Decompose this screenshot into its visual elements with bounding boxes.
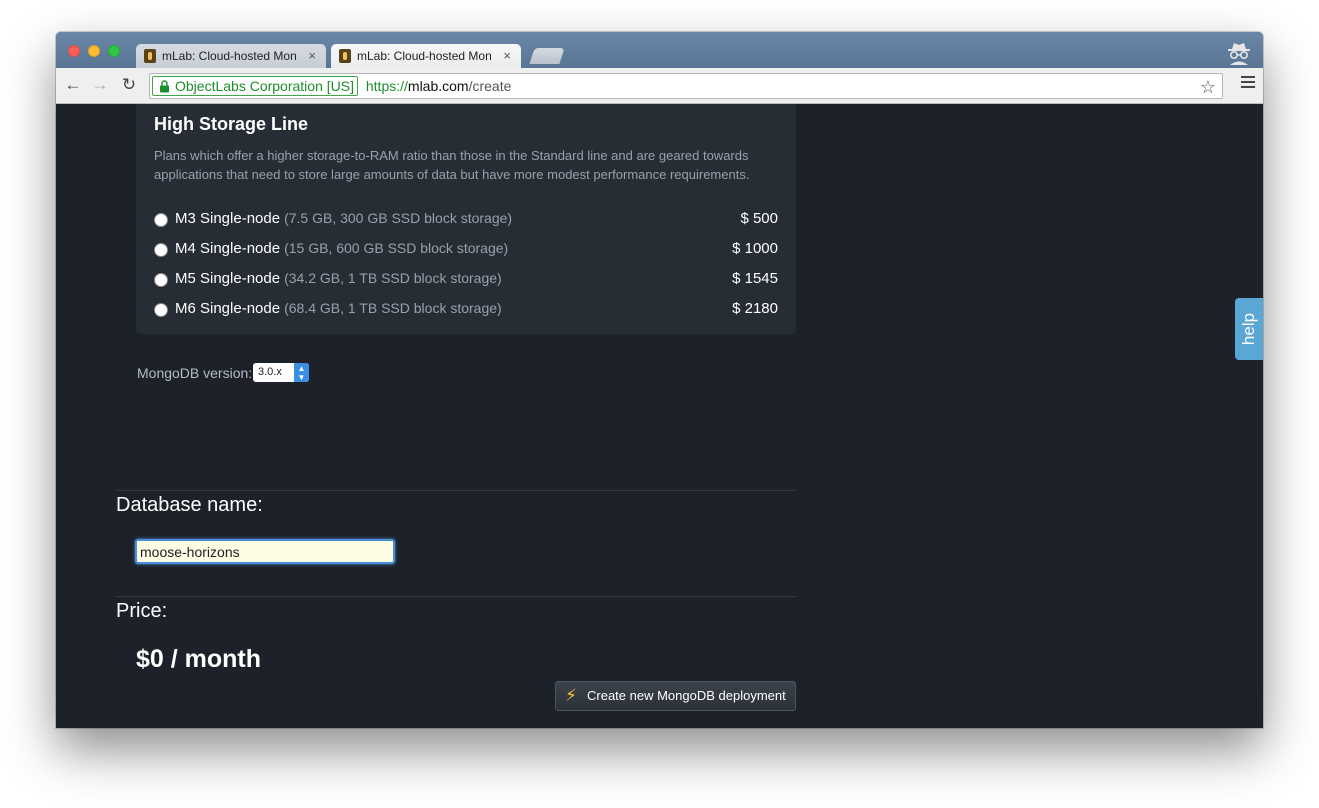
plan-option-m4[interactable]: M4 Single-node (15 GB, 600 GB SSD block s… [154,239,778,261]
plan-radio[interactable] [154,273,168,287]
address-bar[interactable]: ObjectLabs Corporation [US] https://mlab… [149,73,1223,99]
browser-window: mLab: Cloud-hosted MongoDB × mLab: Cloud… [56,32,1263,728]
tab-mlab-1[interactable]: mLab: Cloud-hosted MongoDB × [136,44,326,68]
plan-panel: High Storage Line Plans which offer a hi… [136,104,796,334]
page-content: High Storage Line Plans which offer a hi… [56,104,1263,728]
hamburger-menu-icon[interactable] [1241,76,1255,91]
plan-name: M4 Single-node [175,240,281,257]
plan-name-wrap: M4 Single-node (15 GB, 600 GB SSD block s… [175,240,508,257]
section-divider [116,490,796,491]
plan-spec: (68.4 GB, 1 TB SSD block storage) [284,300,502,316]
plan-name: M3 Single-node [175,210,281,227]
price-value: $0 / month [136,645,262,673]
help-label: help [1239,312,1258,346]
plan-name: M6 Single-node [175,300,281,317]
lock-icon [160,80,169,93]
url-path: /create [468,78,512,94]
plan-name-wrap: M5 Single-node (34.2 GB, 1 TB SSD block s… [175,270,502,287]
ev-certificate-badge[interactable]: ObjectLabs Corporation [US] [152,76,358,96]
reload-icon[interactable]: ↻ [118,75,140,95]
forward-arrow-icon[interactable]: → [89,75,111,95]
tab-close-icon[interactable]: × [308,44,316,68]
tab-title: mLab: Cloud-hosted MongoDB [162,49,296,63]
ev-certificate-label: ObjectLabs Corporation [US] [175,78,354,94]
plan-radio[interactable] [154,303,168,317]
url-text: https://mlab.com/create [366,74,512,98]
tab-mlab-2[interactable]: mLab: Cloud-hosted MongoDB × [331,44,521,68]
plan-radio[interactable] [154,243,168,257]
mongodb-version-row: MongoDB version: 3.0.x ▲ ▼ [137,363,309,382]
close-window-button[interactable] [68,45,80,57]
plan-price: $ 1000 [732,240,778,257]
price-label: Price: [116,600,168,622]
plan-spec: (34.2 GB, 1 TB SSD block storage) [284,270,502,286]
bookmark-star-icon[interactable]: ☆ [1200,75,1216,99]
mlab-favicon-icon [339,49,351,63]
mongodb-version-value: 3.0.x [258,366,282,378]
plan-name-wrap: M3 Single-node (7.5 GB, 300 GB SSD block … [175,210,512,227]
browser-toolbar: ← → ↻ ObjectLabs Corporation [US] https:… [56,68,1263,104]
tab-strip: mLab: Cloud-hosted MongoDB × mLab: Cloud… [56,32,1263,68]
mlab-favicon-icon [144,49,156,63]
mongodb-version-label: MongoDB version: [137,365,253,381]
back-arrow-icon[interactable]: ← [62,75,84,95]
plan-name-wrap: M6 Single-node (68.4 GB, 1 TB SSD block s… [175,300,502,317]
plan-price: $ 500 [740,210,778,227]
plan-option-m5[interactable]: M5 Single-node (34.2 GB, 1 TB SSD block s… [154,269,778,291]
tab-title: mLab: Cloud-hosted MongoDB [357,49,491,63]
incognito-icon [1228,43,1250,65]
plan-name: M5 Single-node [175,270,281,287]
create-deployment-label: Create new MongoDB deployment [587,688,786,703]
plan-spec: (15 GB, 600 GB SSD block storage) [284,240,509,256]
plan-radio[interactable] [154,213,168,227]
url-host: mlab.com [407,78,469,94]
select-arrows-icon: ▲ ▼ [294,363,309,382]
plan-line-description: Plans which offer a higher storage-to-RA… [154,148,750,182]
bolt-icon: ⚡ [565,686,577,705]
new-tab-button[interactable] [529,48,565,64]
plan-option-m6[interactable]: M6 Single-node (68.4 GB, 1 TB SSD block s… [154,299,778,321]
zoom-window-button[interactable] [108,45,120,57]
help-tab[interactable]: help [1235,298,1263,360]
tab-close-icon[interactable]: × [503,44,511,68]
database-name-input[interactable] [135,539,395,564]
mongodb-version-select[interactable]: 3.0.x ▲ ▼ [253,363,309,382]
plan-price: $ 1545 [732,270,778,287]
plan-line-title: High Storage Line [154,114,309,134]
plan-option-m3[interactable]: M3 Single-node (7.5 GB, 300 GB SSD block … [154,209,778,231]
section-divider [116,596,796,597]
plan-price: $ 2180 [732,300,778,317]
database-name-label: Database name: [116,494,263,516]
plan-spec: (7.5 GB, 300 GB SSD block storage) [284,210,513,226]
minimize-window-button[interactable] [88,45,100,57]
url-scheme: https:// [365,78,408,94]
create-deployment-button[interactable]: ⚡ Create new MongoDB deployment [555,681,796,711]
